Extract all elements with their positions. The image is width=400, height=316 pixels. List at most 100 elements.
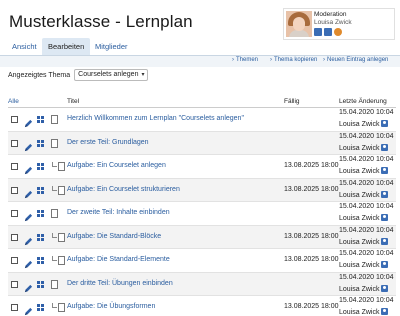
user-profile-icon[interactable] bbox=[381, 261, 389, 268]
edit-pencil-icon[interactable] bbox=[24, 303, 33, 316]
edit-pencil-icon[interactable] bbox=[24, 139, 33, 151]
table-row[interactable]: Aufgabe: Die Standard-Elemente 13.08.2025… bbox=[8, 249, 396, 273]
chevron-right-icon: › bbox=[270, 57, 272, 63]
row-title-link[interactable]: Aufgabe: Die Standard-Blöcke bbox=[67, 233, 161, 240]
col-title[interactable]: Titel bbox=[67, 98, 79, 105]
grid-icon[interactable] bbox=[37, 116, 44, 123]
user-profile-icon[interactable] bbox=[381, 190, 389, 198]
sub-item-connector-icon bbox=[52, 162, 57, 167]
table-row[interactable]: Der erste Teil: Grundlagen 15.04.2020 10:… bbox=[8, 131, 396, 155]
table-row[interactable]: Aufgabe: Ein Courselet strukturieren 13.0… bbox=[8, 178, 396, 202]
row-title-link[interactable]: Der dritte Teil: Übungen einbinden bbox=[67, 280, 173, 287]
document-icon bbox=[51, 279, 58, 289]
col-due[interactable]: Fällig bbox=[284, 98, 300, 105]
table-row[interactable]: Aufgabe: Die Standard-Blöcke 13.08.2025 1… bbox=[8, 225, 396, 249]
row-changed-user: Louisa Zwick bbox=[339, 190, 389, 199]
row-due: 13.08.2025 18:00 bbox=[284, 256, 339, 263]
table-row[interactable]: Aufgabe: Die Übungsformen 13.08.2025 18:0… bbox=[8, 296, 396, 316]
grid-icon[interactable] bbox=[37, 280, 44, 288]
grid-icon[interactable] bbox=[37, 210, 44, 217]
row-title-link[interactable]: Aufgabe: Die Übungsformen bbox=[67, 303, 155, 310]
topic-select[interactable]: Courselets anlegen ▾ bbox=[74, 69, 149, 81]
row-checkbox[interactable] bbox=[11, 116, 18, 123]
contact-card-icon[interactable] bbox=[314, 28, 322, 36]
row-changed-user: Louisa Zwick bbox=[339, 214, 389, 222]
edit-pencil-icon[interactable] bbox=[24, 256, 33, 269]
user-profile-icon[interactable] bbox=[381, 284, 389, 292]
row-changed-date: 15.04.2020 10:04 bbox=[339, 250, 394, 257]
tab-mitglieder[interactable]: Mitglieder bbox=[89, 38, 134, 55]
row-title-link[interactable]: Der zweite Teil: Inhalte einbinden bbox=[67, 209, 170, 216]
col-changed[interactable]: Letzte Änderung bbox=[339, 98, 387, 105]
user-profile-icon[interactable] bbox=[381, 167, 389, 174]
row-changed-date: 15.04.2020 10:04 bbox=[339, 132, 394, 140]
avatar[interactable] bbox=[286, 11, 312, 37]
row-checkbox[interactable] bbox=[11, 257, 18, 264]
mail-icon[interactable] bbox=[324, 28, 332, 36]
edit-pencil-icon[interactable] bbox=[24, 233, 33, 245]
rss-icon[interactable] bbox=[334, 28, 342, 36]
table-row[interactable]: Aufgabe: Ein Courselet anlegen 13.08.2025… bbox=[8, 155, 396, 179]
sub-item-connector-icon bbox=[52, 232, 57, 238]
table-row[interactable]: Der zweite Teil: Inhalte einbinden 15.04.… bbox=[8, 202, 396, 226]
row-changed-date: 15.04.2020 10:04 bbox=[339, 109, 394, 116]
user-profile-icon[interactable] bbox=[381, 120, 389, 127]
document-icon bbox=[58, 232, 65, 242]
row-checkbox[interactable] bbox=[11, 163, 18, 170]
row-changed-user: Louisa Zwick bbox=[339, 308, 389, 316]
document-icon bbox=[58, 303, 65, 312]
grid-icon[interactable] bbox=[37, 139, 44, 147]
row-checkbox[interactable] bbox=[11, 304, 18, 311]
document-icon bbox=[58, 256, 65, 265]
table-row[interactable]: Der dritte Teil: Übungen einbinden 15.04.… bbox=[8, 272, 396, 296]
row-checkbox[interactable] bbox=[11, 210, 18, 217]
tab-bar: Ansicht Bearbeiten Mitglieder bbox=[0, 38, 400, 55]
grid-icon[interactable] bbox=[37, 186, 44, 194]
table-row[interactable]: Herzlich Willkommen zum Lernplan "Course… bbox=[8, 108, 396, 132]
row-due: 13.08.2025 18:00 bbox=[284, 185, 339, 193]
user-profile-icon[interactable] bbox=[381, 214, 389, 221]
tab-bearbeiten[interactable]: Bearbeiten bbox=[42, 38, 91, 55]
row-changed-user: Louisa Zwick bbox=[339, 237, 389, 246]
row-changed-user: Louisa Zwick bbox=[339, 120, 389, 128]
row-changed-date: 15.04.2020 10:04 bbox=[339, 273, 394, 281]
edit-pencil-icon[interactable] bbox=[24, 162, 33, 175]
grid-icon[interactable] bbox=[37, 233, 44, 241]
row-due: 13.08.2025 18:00 bbox=[284, 162, 339, 169]
grid-icon[interactable] bbox=[37, 304, 44, 311]
row-title-link[interactable]: Aufgabe: Ein Courselet anlegen bbox=[67, 162, 166, 169]
user-profile-icon[interactable] bbox=[381, 237, 389, 245]
row-due: 13.08.2025 18:00 bbox=[284, 303, 339, 310]
row-title-link[interactable]: Aufgabe: Die Standard-Elemente bbox=[67, 256, 170, 263]
row-checkbox[interactable] bbox=[11, 186, 18, 194]
moderator-role: Moderation bbox=[314, 11, 347, 18]
edit-pencil-icon[interactable] bbox=[24, 115, 33, 128]
row-changed-user: Louisa Zwick bbox=[339, 284, 389, 293]
edit-pencil-icon[interactable] bbox=[24, 280, 33, 292]
row-changed-user: Louisa Zwick bbox=[339, 143, 389, 152]
row-title-link[interactable]: Herzlich Willkommen zum Lernplan "Course… bbox=[67, 115, 244, 122]
moderator-card: Moderation Louisa Zwick bbox=[283, 8, 395, 40]
row-title-link[interactable]: Aufgabe: Ein Courselet strukturieren bbox=[67, 186, 180, 193]
action-neuen-eintrag[interactable]: › Neuen Eintrag anlegen bbox=[323, 57, 388, 63]
user-profile-icon[interactable] bbox=[381, 308, 389, 315]
action-thema-kopieren[interactable]: › Thema kopieren bbox=[270, 57, 317, 63]
grid-icon[interactable] bbox=[37, 257, 44, 264]
edit-pencil-icon[interactable] bbox=[24, 186, 33, 198]
grid-icon[interactable] bbox=[37, 163, 44, 170]
sub-item-connector-icon bbox=[52, 256, 57, 261]
row-changed-date: 15.04.2020 10:04 bbox=[339, 156, 394, 163]
row-checkbox[interactable] bbox=[11, 139, 18, 147]
row-checkbox[interactable] bbox=[11, 280, 18, 288]
row-changed-date: 15.04.2020 10:04 bbox=[339, 297, 394, 304]
select-all-link[interactable]: Alle bbox=[8, 98, 19, 105]
edit-pencil-icon[interactable] bbox=[24, 209, 33, 222]
user-profile-icon[interactable] bbox=[381, 143, 389, 151]
tab-ansicht[interactable]: Ansicht bbox=[6, 38, 43, 55]
row-changed-date: 15.04.2020 10:04 bbox=[339, 179, 394, 187]
chevron-right-icon: › bbox=[232, 57, 234, 63]
row-title-link[interactable]: Der erste Teil: Grundlagen bbox=[67, 139, 149, 146]
row-checkbox[interactable] bbox=[11, 233, 18, 241]
row-changed-date: 15.04.2020 10:04 bbox=[339, 226, 394, 234]
action-themen[interactable]: › Themen bbox=[232, 57, 258, 63]
